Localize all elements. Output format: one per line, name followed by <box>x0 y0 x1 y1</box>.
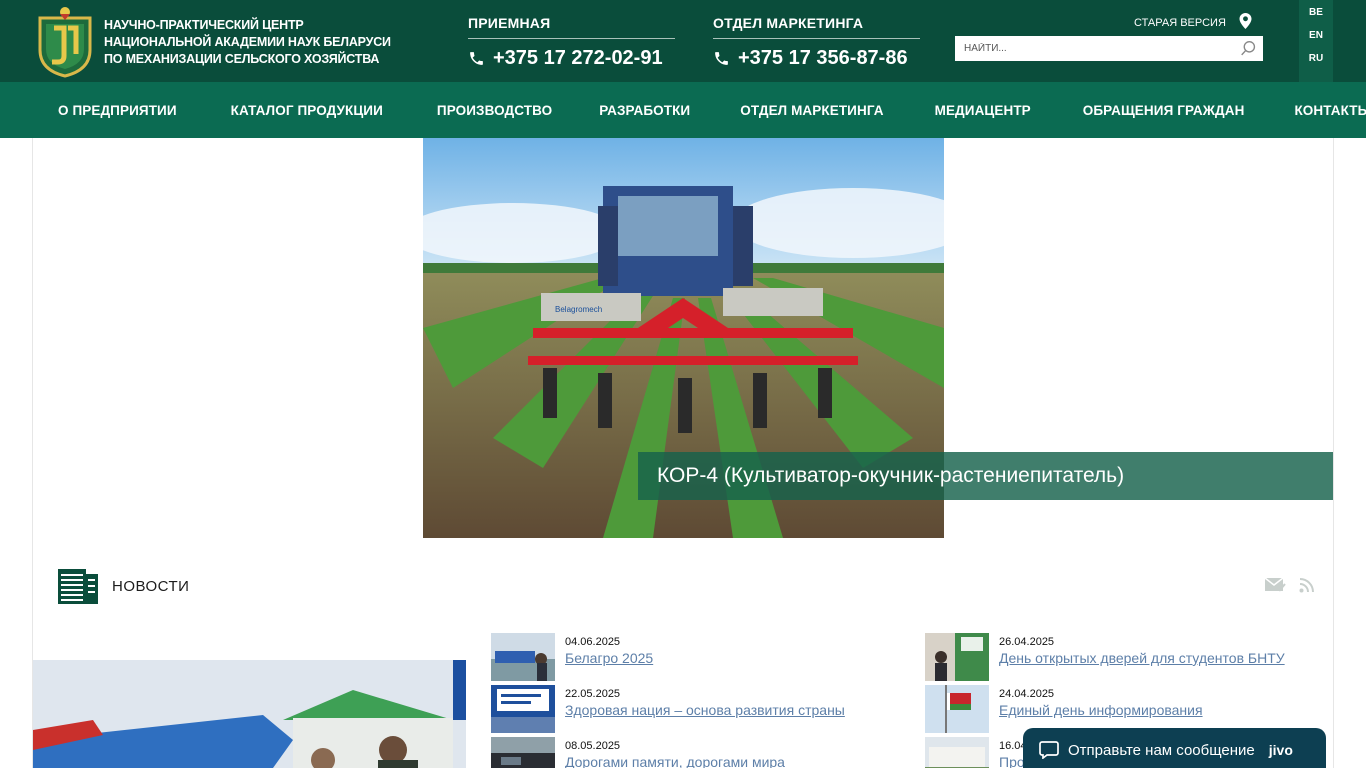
news-item: 08.05.2025 Дорогами памяти, дорогами мир… <box>491 737 785 768</box>
chat-widget-button[interactable]: Отправьте нам сообщение jivo <box>1023 728 1326 768</box>
brand-plate-text: Belagromech <box>555 305 602 314</box>
reception-phone: +375 17 272-02-91 <box>493 47 663 69</box>
news-thumbnail[interactable] <box>491 685 555 733</box>
organization-name[interactable]: НАУЧНО-ПРАКТИЧЕСКИЙ ЦЕНТР НАЦИОНАЛЬНОЙ А… <box>104 17 391 68</box>
nav-production[interactable]: ПРОИЗВОДСТВО <box>437 103 552 118</box>
news-thumbnail[interactable] <box>925 685 989 733</box>
org-name-line-3: ПО МЕХАНИЗАЦИИ СЕЛЬСКОГО ХОЗЯЙСТВА <box>104 52 380 66</box>
search-icon[interactable] <box>1240 40 1257 57</box>
marketing-title: ОТДЕЛ МАРКЕТИНГА <box>713 15 920 39</box>
news-title-link[interactable]: Здоровая нация – основа развития страны <box>565 702 845 718</box>
marketing-phone: +375 17 356-87-86 <box>738 47 908 69</box>
location-pin-icon[interactable] <box>1239 13 1252 29</box>
lang-en[interactable]: EN <box>1309 31 1323 41</box>
lang-be[interactable]: BE <box>1309 8 1323 18</box>
nav-developments[interactable]: РАЗРАБОТКИ <box>599 103 690 118</box>
rss-icon[interactable] <box>1299 578 1314 593</box>
news-item: 24.04.2025 Единый день информирования <box>925 685 1203 733</box>
org-name-line-1: НАУЧНО-ПРАКТИЧЕСКИЙ ЦЕНТР <box>104 18 304 32</box>
news-thumbnail[interactable] <box>925 633 989 681</box>
reception-phone-link[interactable]: +375 17 272-02-91 <box>468 47 675 70</box>
chat-widget-text: Отправьте нам сообщение <box>1068 741 1255 759</box>
phone-icon <box>470 52 483 65</box>
main-navigation: О ПРЕДПРИЯТИИ КАТАЛОГ ПРОДУКЦИИ ПРОИЗВОД… <box>0 82 1366 138</box>
newspaper-icon <box>58 569 98 604</box>
email-subscribe-icon[interactable] <box>1265 578 1286 593</box>
news-date: 22.05.2025 <box>565 688 621 700</box>
news-title-link[interactable]: День открытых дверей для студентов БНТУ <box>999 650 1285 666</box>
news-title-link[interactable]: Белагро 2025 <box>565 650 653 666</box>
nav-marketing[interactable]: ОТДЕЛ МАРКЕТИНГА <box>740 103 883 118</box>
news-title-link[interactable]: Дорогами памяти, дорогами мира <box>565 754 785 768</box>
lang-ru[interactable]: RU <box>1309 54 1323 64</box>
chat-widget-brand: jivo <box>1268 742 1293 758</box>
news-date: 04.06.2025 <box>565 636 621 648</box>
site-header: НАУЧНО-ПРАКТИЧЕСКИЙ ЦЕНТР НАЦИОНАЛЬНОЙ А… <box>0 0 1366 82</box>
old-version-link[interactable]: СТАРАЯ ВЕРСИЯ <box>1134 17 1226 29</box>
language-switcher: BE EN RU <box>1299 0 1333 82</box>
featured-news-photo[interactable] <box>33 660 466 768</box>
hero-caption[interactable]: КОР-4 (Культиватор-окучник-растениепитат… <box>638 452 1333 500</box>
org-name-line-2: НАЦИОНАЛЬНОЙ АКАДЕМИИ НАУК БЕЛАРУСИ <box>104 35 391 49</box>
nav-about[interactable]: О ПРЕДПРИЯТИИ <box>58 103 177 118</box>
nav-contacts[interactable]: КОНТАКТЫ <box>1294 103 1366 118</box>
news-section-heading: НОВОСТИ <box>58 569 189 604</box>
nav-media-center[interactable]: МЕДИАЦЕНТР <box>935 103 1031 118</box>
news-item: 04.06.2025 Белагро 2025 <box>491 633 653 681</box>
reception-title: ПРИЕМНАЯ <box>468 15 675 39</box>
news-thumbnail[interactable] <box>925 737 989 768</box>
news-date: 08.05.2025 <box>565 740 621 752</box>
marketing-contact: ОТДЕЛ МАРКЕТИНГА +375 17 356-87-86 <box>713 15 920 70</box>
search-input[interactable] <box>955 36 1225 61</box>
news-item: 16.04 Про <box>925 737 1027 768</box>
search-box <box>955 36 1263 61</box>
news-item: 26.04.2025 День открытых дверей для студ… <box>925 633 1285 681</box>
news-item: 22.05.2025 Здоровая нация – основа разви… <box>491 685 845 733</box>
organization-logo[interactable] <box>34 4 96 78</box>
news-thumbnail[interactable] <box>491 633 555 681</box>
news-date: 26.04.2025 <box>999 636 1055 648</box>
news-thumbnail[interactable] <box>491 737 555 768</box>
news-title-link[interactable]: Единый день информирования <box>999 702 1203 718</box>
nav-catalog[interactable]: КАТАЛОГ ПРОДУКЦИИ <box>231 103 383 118</box>
chat-bubble-icon <box>1039 741 1059 759</box>
phone-icon <box>715 52 728 65</box>
news-title[interactable]: НОВОСТИ <box>112 578 189 595</box>
nav-citizen-appeals[interactable]: ОБРАЩЕНИЯ ГРАЖДАН <box>1083 103 1245 118</box>
marketing-phone-link[interactable]: +375 17 356-87-86 <box>713 47 920 70</box>
news-date: 24.04.2025 <box>999 688 1055 700</box>
reception-contact: ПРИЕМНАЯ +375 17 272-02-91 <box>468 15 675 70</box>
news-title-link[interactable]: Про <box>999 754 1025 768</box>
